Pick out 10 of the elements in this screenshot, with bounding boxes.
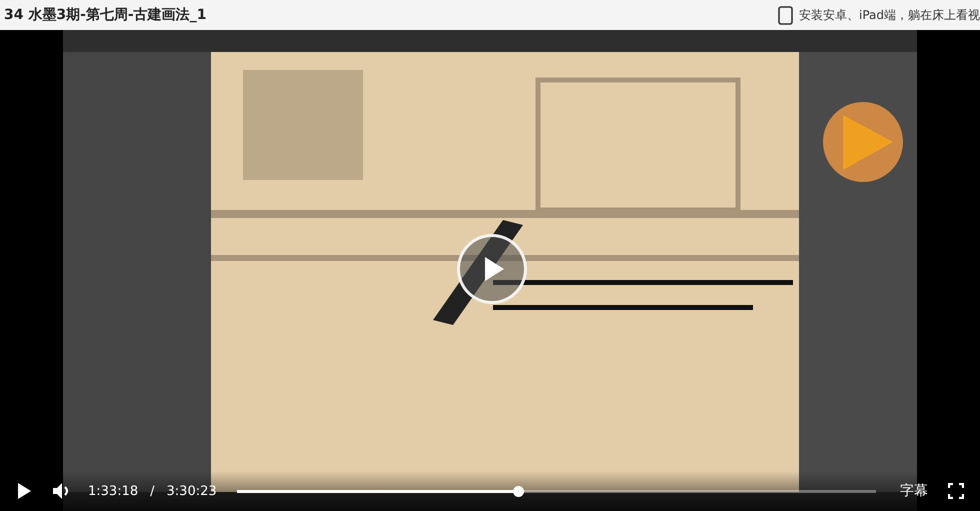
- play-icon: [16, 482, 32, 500]
- duration: 3:30:23: [166, 484, 217, 498]
- tablet-icon: [778, 6, 793, 24]
- video-title: 34 水墨3期-第七周-古建画法_1: [4, 6, 206, 24]
- time-separator: /: [150, 484, 155, 498]
- play-overlay-button[interactable]: [457, 234, 527, 304]
- current-time: 1:33:18: [88, 484, 138, 498]
- fullscreen-icon: [948, 483, 964, 499]
- app-promo-link[interactable]: 安装安卓、iPad端，躺在床上看视: [798, 6, 980, 24]
- subtitle-button[interactable]: 字幕: [896, 480, 932, 502]
